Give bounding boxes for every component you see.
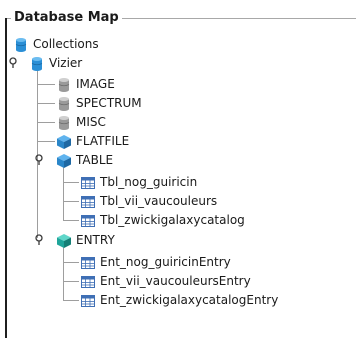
tree-connector bbox=[63, 262, 79, 263]
cube-blue-icon bbox=[56, 134, 72, 150]
tree-node-label: Tbl_nog_guiricin bbox=[100, 175, 198, 189]
tree-node-entry-child[interactable]: Ent_zwickigalaxycatalogEntry bbox=[80, 291, 278, 310]
table-icon bbox=[80, 293, 96, 309]
tree-node-entry-child[interactable]: Ent_nog_guiricinEntry bbox=[80, 253, 231, 272]
table-icon bbox=[80, 175, 96, 191]
table-icon bbox=[80, 194, 96, 210]
database-blue-icon bbox=[13, 37, 29, 53]
table-icon bbox=[80, 255, 96, 271]
tree-connector bbox=[63, 182, 79, 183]
tree-node-label: SPECTRUM bbox=[76, 96, 142, 110]
tree-connector bbox=[63, 220, 79, 221]
tree-connector bbox=[63, 166, 64, 221]
tree-node-label: Tbl_vii_vaucouleurs bbox=[100, 194, 218, 208]
tree-node-label: FLATFILE bbox=[76, 134, 130, 148]
database-blue-icon bbox=[29, 56, 45, 72]
expand-toggle-icon[interactable] bbox=[8, 57, 20, 69]
tree-node-collections[interactable]: Collections bbox=[13, 35, 99, 54]
tree-node-vizier[interactable]: Vizier bbox=[29, 54, 82, 73]
panel-title: Database Map bbox=[11, 10, 122, 26]
tree-node-entry[interactable]: ENTRY bbox=[56, 231, 115, 250]
tree-node-label: Ent_nog_guiricinEntry bbox=[100, 255, 231, 269]
tree-node-flatfile[interactable]: FLATFILE bbox=[56, 132, 129, 151]
database-map-panel: Database Map Collections Vizier IMAGE SP… bbox=[0, 0, 356, 338]
database-gray-icon bbox=[56, 77, 72, 93]
tree-node-label: Vizier bbox=[49, 56, 83, 70]
tree-node-label: TABLE bbox=[76, 153, 114, 167]
tree-connector bbox=[63, 201, 79, 202]
tree-connector bbox=[37, 122, 55, 123]
tree-node-table-child[interactable]: Tbl_nog_guiricin bbox=[80, 173, 197, 192]
tree-node-table-child[interactable]: Tbl_zwickigalaxycatalog bbox=[80, 211, 245, 230]
database-gray-icon bbox=[56, 115, 72, 131]
tree-connector bbox=[37, 141, 55, 142]
database-gray-icon bbox=[56, 96, 72, 112]
cube-teal-icon bbox=[56, 233, 72, 249]
tree-node-misc[interactable]: MISC bbox=[56, 113, 106, 132]
tree-node-label: Ent_vii_vaucouleursEntry bbox=[100, 274, 251, 288]
tree-connector bbox=[63, 300, 79, 301]
tree-connector bbox=[37, 103, 55, 104]
tree-node-image[interactable]: IMAGE bbox=[56, 75, 115, 94]
cube-blue-icon bbox=[56, 153, 72, 169]
tree-node-label: Ent_zwickigalaxycatalogEntry bbox=[100, 293, 279, 307]
expand-toggle-icon[interactable] bbox=[34, 234, 46, 246]
tree-node-entry-child[interactable]: Ent_vii_vaucouleursEntry bbox=[80, 272, 251, 291]
tree-node-table-child[interactable]: Tbl_vii_vaucouleurs bbox=[80, 192, 217, 211]
expand-toggle-icon[interactable] bbox=[34, 154, 46, 166]
tree-node-label: MISC bbox=[76, 115, 106, 129]
table-icon bbox=[80, 213, 96, 229]
panel-border-left bbox=[5, 18, 7, 338]
tree-node-label: Tbl_zwickigalaxycatalog bbox=[100, 213, 245, 227]
table-icon bbox=[80, 274, 96, 290]
tree-connector bbox=[63, 281, 79, 282]
tree-connector bbox=[63, 246, 64, 301]
tree-node-spectrum[interactable]: SPECTRUM bbox=[56, 94, 142, 113]
tree-node-label: IMAGE bbox=[76, 77, 115, 91]
tree-node-table[interactable]: TABLE bbox=[56, 151, 113, 170]
tree-node-label: ENTRY bbox=[76, 233, 115, 247]
tree-node-label: Collections bbox=[33, 37, 99, 51]
tree-connector bbox=[37, 84, 55, 85]
